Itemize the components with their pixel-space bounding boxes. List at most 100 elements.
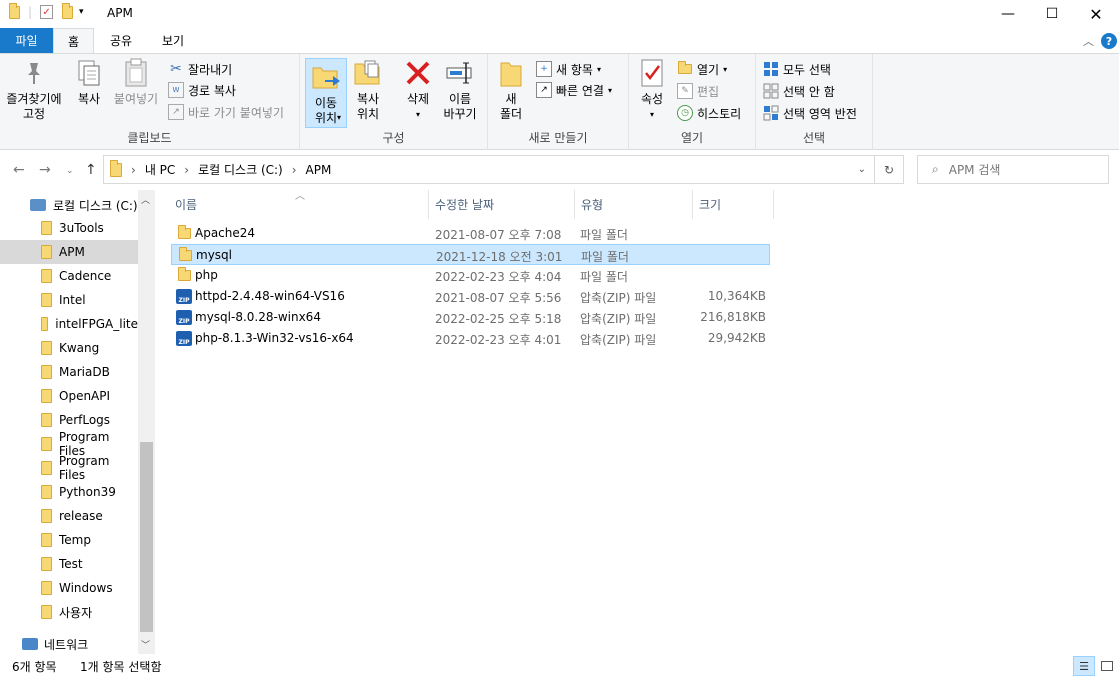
address-dropdown-icon[interactable]: ⌄ (858, 164, 866, 175)
invert-selection-button[interactable]: 선택 영역 반전 (763, 103, 857, 123)
new-item-dropdown-icon: ▾ (596, 64, 601, 74)
window-title: APM (107, 6, 133, 20)
delete-label: 삭제 (406, 92, 430, 106)
nav-folder-item[interactable]: 3uTools (0, 216, 138, 240)
folder-icon (41, 341, 52, 355)
maximize-button[interactable]: ☐ (1029, 0, 1075, 28)
copy-to-button[interactable]: 복사 위치 (350, 58, 386, 122)
folder-icon (41, 533, 52, 547)
column-header-date[interactable]: 수정한 날짜 (429, 190, 575, 219)
nav-folder-label: MariaDB (59, 365, 110, 379)
file-row[interactable]: ZIP httpd-2.4.48-win64-VS16 2021-08-07 오후 … (171, 286, 770, 307)
breadcrumb-apm[interactable]: APM (306, 163, 332, 177)
file-row[interactable]: ZIP php-8.1.3-Win32-vs16-x64 2022-02-23 오후… (171, 328, 770, 349)
nav-folder-item[interactable]: OpenAPI (0, 384, 138, 408)
details-view-icon: ☰ (1079, 659, 1089, 673)
nav-network[interactable]: 네트워크 (0, 632, 138, 654)
paste-shortcut-button[interactable]: ↗ 바로 가기 붙여넣기 (168, 102, 284, 122)
nav-scroll-thumb[interactable] (140, 442, 153, 632)
customize-dropdown-icon[interactable]: ▾ (79, 7, 84, 17)
scroll-down-icon[interactable]: ﹀ (141, 638, 150, 651)
nav-folder-item[interactable]: MariaDB (0, 360, 138, 384)
delete-button[interactable]: 삭제 ▾ (401, 58, 435, 122)
copy-button[interactable]: 복사 (72, 58, 106, 107)
history-button[interactable]: ◷ 히스토리 (677, 103, 741, 123)
copy-path-button[interactable]: W 경로 복사 (168, 80, 236, 100)
nav-folder-item[interactable]: Windows (0, 576, 138, 600)
folder-icon (41, 245, 52, 259)
rename-icon (445, 58, 475, 88)
scroll-up-icon[interactable]: ︿ (141, 193, 150, 206)
new-folder-button[interactable]: 새 폴더 (497, 58, 525, 122)
file-row[interactable]: ZIP mysql-8.0.28-winx64 2022-02-25 오후 5:18… (171, 307, 770, 328)
tab-file[interactable]: 파일 (0, 28, 53, 53)
back-arrow-icon[interactable]: ← (13, 162, 25, 178)
nav-local-disk[interactable]: 로컬 디스크 (C:) (0, 193, 138, 217)
refresh-button[interactable]: ↻ (875, 155, 904, 184)
nav-folder-item[interactable]: Python39 (0, 480, 138, 504)
breadcrumb-this-pc[interactable]: 내 PC (145, 161, 175, 178)
minimize-button[interactable]: — (985, 0, 1031, 28)
open-folder-icon (677, 61, 693, 77)
cut-button[interactable]: ✂ 잘라내기 (168, 59, 232, 79)
new-item-button[interactable]: + 새 항목 ▾ (536, 59, 601, 79)
properties-icon[interactable]: ✓ (40, 5, 54, 19)
column-header-type[interactable]: 유형 (575, 190, 693, 219)
nav-folder-item[interactable]: Kwang (0, 336, 138, 360)
nav-scrollbar[interactable]: ︿ ﹀ (138, 190, 155, 654)
tab-view[interactable]: 보기 (154, 28, 192, 53)
new-folder-icon[interactable] (62, 2, 74, 19)
paste-button[interactable]: 붙여넣기 (111, 58, 161, 107)
breadcrumb-separator-icon[interactable]: › (292, 163, 297, 177)
file-type: 압축(ZIP) 파일 (580, 312, 657, 326)
nav-folder-item[interactable]: intelFPGA_lite (0, 312, 138, 336)
ribbon: 즐겨찾기에 고정 복사 붙여넣기 ✂ 잘라내기 W 경로 복사 ↗ 바로 가기 … (0, 53, 1119, 150)
collapse-ribbon-icon[interactable]: ︿ (1083, 33, 1094, 49)
quick-access-toolbar: | ✓ ▾ (9, 2, 84, 19)
up-arrow-icon[interactable]: ↑ (85, 162, 97, 178)
nav-folder-item[interactable]: APM (0, 240, 138, 264)
column-header-name[interactable]: 이름 (169, 190, 429, 219)
select-none-button[interactable]: 선택 안 함 (763, 81, 835, 101)
help-icon[interactable]: ? (1101, 33, 1117, 49)
nav-folder-item[interactable]: Cadence (0, 264, 138, 288)
breadcrumb-separator-icon[interactable]: › (184, 163, 189, 177)
file-row[interactable]: mysql 2021-12-18 오전 3:01 파일 폴더 (171, 244, 770, 265)
nav-folder-item[interactable]: Test (0, 552, 138, 576)
column-header-size[interactable]: 크기 (693, 190, 774, 219)
close-button[interactable]: ✕ (1073, 0, 1119, 28)
nav-folder-item[interactable]: Program Files (0, 430, 138, 458)
nav-folder-item[interactable]: Temp (0, 528, 138, 552)
tab-share[interactable]: 공유 (102, 28, 140, 53)
rename-button[interactable]: 이름 바꾸기 (440, 58, 480, 122)
easy-access-button[interactable]: ↗ 빠른 연결 ▾ (536, 80, 612, 100)
edit-button[interactable]: ✎ 편집 (677, 81, 719, 101)
open-button[interactable]: 열기 ▾ (677, 59, 727, 79)
nav-folder-item[interactable]: PerfLogs (0, 408, 138, 432)
nav-folder-item[interactable]: release (0, 504, 138, 528)
pin-to-quick-access-button[interactable]: 즐겨찾기에 고정 (4, 58, 64, 122)
properties-button[interactable]: 속성 ▾ (637, 58, 667, 122)
select-group-label: 선택 (802, 131, 826, 145)
breadcrumb-local-disk[interactable]: 로컬 디스크 (C:) (198, 161, 283, 178)
nav-local-disk-label: 로컬 디스크 (C:) (53, 198, 138, 213)
search-input[interactable]: ⌕ APM 검색 (917, 155, 1109, 184)
address-bar[interactable]: › 내 PC › 로컬 디스크 (C:) › APM ⌄ (103, 155, 875, 184)
breadcrumb-separator-icon[interactable]: › (131, 163, 136, 177)
large-icons-view-button[interactable] (1097, 656, 1117, 676)
nav-folder-item[interactable]: Intel (0, 288, 138, 312)
file-row[interactable]: Apache24 2021-08-07 오후 7:08 파일 폴더 (171, 223, 770, 244)
recent-locations-icon[interactable]: ⌄ (66, 166, 74, 176)
nav-folder-label: Intel (59, 293, 86, 307)
tab-home[interactable]: 홈 (53, 28, 94, 54)
details-view-button[interactable]: ☰ (1073, 656, 1095, 676)
select-all-button[interactable]: 모두 선택 (763, 59, 831, 79)
nav-folder-item[interactable]: Program Files (0, 454, 138, 482)
file-row[interactable]: php 2022-02-23 오후 4:04 파일 폴더 (171, 265, 770, 286)
paste-shortcut-label: 바로 가기 붙여넣기 (188, 105, 284, 120)
selected-count: 1개 항목 선택함 (80, 660, 162, 674)
nav-folder-item[interactable]: 사용자 (0, 600, 138, 624)
forward-arrow-icon[interactable]: → (39, 162, 51, 178)
nav-folder-label: Program Files (58, 454, 110, 482)
paste-icon (121, 58, 151, 88)
